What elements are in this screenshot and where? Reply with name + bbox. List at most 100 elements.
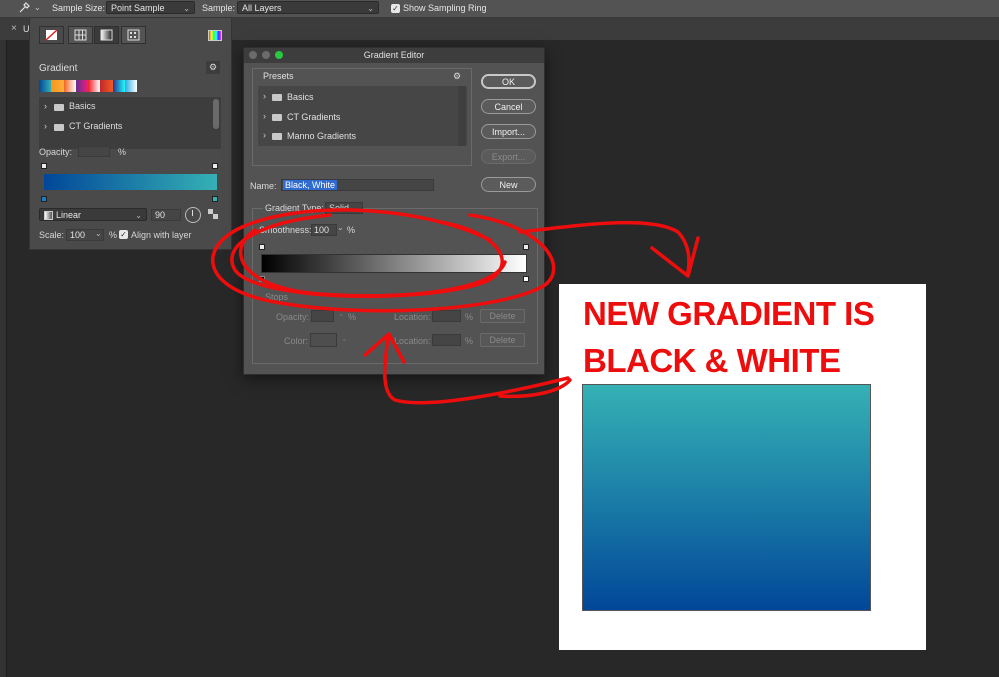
scale-chevron-icon[interactable]: ⌄ (95, 229, 102, 238)
gradient-swatch[interactable] (124, 80, 137, 92)
opacity-stop-right[interactable] (523, 244, 529, 250)
dialog-titlebar[interactable]: Gradient Editor (244, 48, 544, 63)
preset-folder-manno-gradients[interactable]: › Manno Gradients (258, 128, 453, 146)
delete-opacity-stop-button[interactable]: Delete (480, 309, 525, 323)
angle-dial-needle (192, 210, 193, 216)
linear-style-icon (44, 211, 53, 221)
smoothness-unit: % (347, 225, 356, 235)
scrollbar-track[interactable] (458, 86, 466, 146)
smoothness-input[interactable]: 100 (311, 224, 337, 236)
chevron-right-icon: › (44, 121, 47, 131)
gradient-swatch[interactable] (51, 80, 64, 92)
color-picker-icon[interactable] (208, 30, 222, 41)
angle-dial[interactable] (185, 207, 201, 223)
delete-color-stop-button[interactable]: Delete (480, 333, 525, 347)
gradient-swatch[interactable] (63, 80, 76, 92)
preset-folder-basics[interactable]: › Basics (258, 89, 453, 107)
pattern-fill-button[interactable] (121, 26, 146, 44)
tools-bar-edge (0, 40, 7, 677)
options-bar: ⌄ Sample Size: Point Sample ⌄ Sample: All… (0, 0, 999, 18)
folder-icon (272, 94, 282, 101)
dialog-title: Gradient Editor (363, 50, 425, 60)
preset-folder-list: › Basics › CT Gradients (39, 97, 221, 149)
gradient-swatch[interactable] (88, 80, 101, 92)
recent-gradients-row (39, 80, 137, 92)
gradient-swatch[interactable] (100, 80, 113, 92)
sample-size-label: Sample Size: (52, 3, 106, 13)
preset-folder-ct-gradients[interactable]: › CT Gradients (258, 109, 453, 127)
opacity-stop-left[interactable] (259, 244, 265, 250)
angle-input[interactable]: 90 (151, 209, 181, 221)
preset-folder-ct-gradients[interactable]: › CT Gradients (39, 117, 209, 137)
gradient-swatch[interactable] (39, 80, 52, 92)
gradient-ramp[interactable] (261, 254, 527, 273)
tab-close-icon[interactable]: × (11, 23, 17, 34)
ok-button[interactable]: OK (481, 74, 536, 89)
export-button[interactable]: Export... (481, 149, 536, 164)
scrollbar-thumb[interactable] (213, 99, 219, 129)
markup-arrow-to-canvas (518, 220, 691, 274)
eyedropper-icon[interactable] (18, 2, 30, 14)
new-button[interactable]: New (481, 177, 536, 192)
reverse-gradient-icon[interactable] (207, 208, 219, 220)
stop-opacity-input[interactable] (311, 310, 334, 322)
preset-folder-basics[interactable]: › Basics (39, 97, 209, 117)
sample-select[interactable]: All Layers ⌄ (237, 1, 379, 14)
align-with-layer-checkbox[interactable]: ✓ (119, 230, 128, 239)
opacity-stop-right[interactable] (212, 163, 218, 169)
minimize-window-icon[interactable] (262, 51, 270, 59)
sample-size-select[interactable]: Point Sample ⌄ (106, 1, 195, 14)
chevron-down-icon: ⌄ (367, 4, 374, 13)
gradient-swatch[interactable] (112, 80, 125, 92)
gradient-type-select[interactable]: Solid (325, 202, 363, 214)
scale-unit: % (109, 230, 118, 240)
canvas-gradient-fill[interactable] (582, 384, 871, 611)
stop-opacity-chevron-icon[interactable]: ⌄ (338, 309, 345, 318)
smoothness-label: Smoothness: (259, 225, 312, 235)
gradient-style-select[interactable]: Linear ⌄ (39, 208, 147, 221)
opacity-input[interactable] (78, 146, 110, 157)
folder-icon (272, 114, 282, 121)
color-stop-left[interactable] (259, 276, 265, 282)
opacity-location-input[interactable] (432, 310, 461, 322)
presets-label: Presets (263, 71, 294, 81)
name-label: Name: (250, 181, 277, 191)
zoom-window-icon[interactable] (275, 51, 283, 59)
pattern-icon (127, 29, 140, 41)
opacity-location-label: Location: (394, 312, 431, 322)
gradient-preview-bar[interactable] (44, 174, 217, 190)
color-stop-right[interactable] (212, 196, 218, 202)
color-stop-right[interactable] (523, 276, 529, 282)
name-input-value: Black, White (283, 180, 338, 190)
tool-preset-chevron-icon[interactable]: ⌄ (34, 3, 41, 12)
gear-icon[interactable]: ⚙ (206, 61, 220, 74)
color-stop-left[interactable] (41, 196, 47, 202)
smoothness-chevron-icon[interactable]: ⌄ (337, 223, 344, 232)
close-window-icon[interactable] (249, 51, 257, 59)
annotation-line-1: NEW GRADIENT IS (583, 295, 875, 332)
name-input[interactable]: Black, White (281, 179, 434, 191)
stops-label: Stops (265, 292, 289, 302)
show-sampling-ring-checkbox[interactable]: ✓ (391, 4, 400, 13)
cancel-button[interactable]: Cancel (481, 99, 536, 114)
folder-icon (272, 133, 282, 140)
folder-icon (54, 104, 64, 111)
show-sampling-ring-label: Show Sampling Ring (403, 3, 487, 13)
color-location-input[interactable] (432, 334, 461, 346)
opacity-label: Opacity: (39, 147, 73, 157)
stop-opacity-label: Opacity: (276, 312, 310, 322)
import-button[interactable]: Import... (481, 124, 536, 139)
gear-icon[interactable]: ⚙ (453, 71, 461, 82)
pattern-grid-button[interactable] (68, 26, 93, 44)
align-with-layer-label: Align with layer (131, 230, 192, 240)
editor-preset-list: › Basics › CT Gradients › Manno Gradient… (258, 86, 467, 146)
chevron-right-icon: › (263, 130, 266, 140)
opacity-unit: % (118, 147, 127, 157)
gradient-swatch[interactable] (75, 80, 88, 92)
gradient-fill-button[interactable] (94, 26, 119, 44)
markup-arrowhead-top (650, 236, 700, 278)
opacity-stop-left[interactable] (41, 163, 47, 169)
stop-color-chevron-icon[interactable]: ⌄ (341, 334, 348, 343)
stop-color-swatch[interactable] (310, 333, 337, 347)
no-fill-button[interactable] (39, 26, 64, 44)
